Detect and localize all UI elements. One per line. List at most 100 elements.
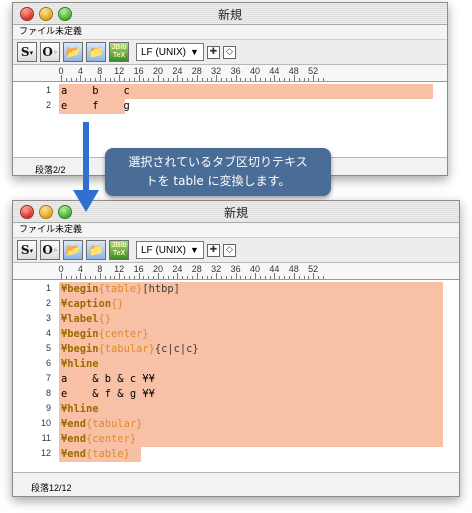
ruler-tick: [133, 276, 135, 279]
ruler-tick: [318, 276, 320, 279]
ruler-tick: [221, 78, 223, 81]
code-line: ¥label{}: [61, 313, 112, 325]
ruler-tick: [225, 78, 227, 81]
ruler-tick: [162, 276, 164, 279]
line-number: 4: [45, 328, 51, 338]
ruler-tick: [308, 276, 310, 279]
line-number: 12: [40, 448, 51, 458]
line-number: 5: [45, 343, 51, 353]
outline-icon[interactable]: O ◦: [40, 42, 60, 62]
ruler-label: 32: [211, 66, 222, 76]
ruler-tick: [225, 276, 227, 279]
linefeed-select[interactable]: LF (UNIX) ▼: [136, 43, 204, 61]
ruler-tick: [75, 78, 77, 81]
ruler-tick: [201, 78, 203, 81]
ruler-tick: [124, 276, 126, 279]
ruler-label: 52: [308, 66, 319, 76]
ruler-tick: [187, 276, 189, 279]
ruler-tick: [153, 78, 155, 81]
save-folder-icon[interactable]: 📁: [86, 42, 106, 62]
ruler-tick: [167, 78, 169, 81]
ruler-tick: [90, 78, 92, 81]
diamond-icon[interactable]: ◇: [222, 243, 236, 257]
ruler-tick: [250, 78, 252, 81]
ruler-label: 4: [77, 66, 83, 76]
ruler-tick: [221, 276, 223, 279]
plus-icon[interactable]: ✚: [206, 45, 220, 59]
ruler-tick: [114, 78, 116, 81]
section-icon[interactable]: S ▾: [17, 240, 37, 260]
ruler-tick: [65, 78, 67, 81]
code-line: ¥end{center}: [61, 433, 137, 445]
open-folder-icon[interactable]: 📂: [63, 42, 83, 62]
line-number: 2: [45, 100, 51, 110]
code-line: ¥begin{center}: [61, 328, 149, 340]
ruler-tick: [269, 276, 271, 279]
ruler-tick: [172, 78, 174, 81]
toolbar: S ▾ O ◦ 📂 📁 JBib TeX LF (UNIX) ▼ ✚ ◇: [13, 40, 447, 65]
outline-icon[interactable]: O ◦: [40, 240, 60, 260]
ruler-tick: [172, 276, 174, 279]
code-line: ¥begin{table}[htbp]: [61, 283, 180, 295]
line-number: 1: [45, 85, 51, 95]
code-line: ¥end{table}: [61, 448, 130, 460]
ruler-tick: [284, 276, 286, 279]
ruler-tick: [128, 276, 130, 279]
ruler-label: 40: [249, 66, 261, 76]
code-line: ¥begin{tabular}{c|c|c}: [61, 343, 199, 355]
file-mode-label[interactable]: ファイル未定義: [13, 25, 447, 40]
line-number: 6: [45, 358, 51, 368]
ruler-label: 20: [152, 66, 164, 76]
linefeed-select[interactable]: LF (UNIX) ▼: [136, 241, 204, 259]
ruler-label: 24: [172, 66, 183, 76]
save-folder-icon[interactable]: 📁: [86, 240, 106, 260]
ruler: 0 4 8 12 16 20 24 28 32 36 40 44 48 52: [13, 65, 447, 82]
ruler-tick: [109, 78, 111, 81]
ruler-tick: [70, 276, 72, 279]
text-editor[interactable]: 1 2 3 4 5 6 7 8 9 10 11 12 ¥begin{table}…: [13, 280, 459, 473]
jbibtex-icon[interactable]: JBib TeX: [109, 42, 129, 62]
ruler-tick: [303, 276, 305, 279]
code-line: ¥hline: [61, 403, 99, 415]
callout-tooltip: 選択されているタブ区切りテキス トを table に変換します。: [105, 148, 331, 196]
ruler-label: 32: [211, 264, 222, 274]
linefeed-select-value: LF (UNIX): [141, 244, 186, 256]
chevron-down-icon: ▼: [190, 245, 199, 255]
ruler-tick: [162, 78, 164, 81]
ruler-tick: [288, 276, 290, 279]
section-icon[interactable]: S ▾: [17, 42, 37, 62]
paragraph-status: 段落12/12: [31, 483, 72, 493]
ruler-label: 0: [58, 66, 64, 76]
ruler-tick: [206, 78, 208, 81]
ruler-tick: [128, 78, 130, 81]
ruler-tick: [245, 78, 247, 81]
ruler-tick: [148, 276, 150, 279]
code-line: a b c: [61, 85, 130, 97]
plus-icon[interactable]: ✚: [206, 243, 220, 257]
window-title: 新規: [217, 8, 242, 22]
line-number: 8: [45, 388, 51, 398]
ruler-label: 44: [269, 264, 280, 274]
ruler-tick: [104, 78, 106, 81]
ruler-tick: [211, 276, 213, 279]
diamond-icon[interactable]: ◇: [222, 45, 236, 59]
ruler-tick: [303, 78, 305, 81]
ruler-tick: [211, 78, 213, 81]
ruler-tick: [288, 78, 290, 81]
ruler-label: 16: [133, 264, 144, 274]
file-mode-label[interactable]: ファイル未定義: [13, 223, 459, 238]
ruler-tick: [264, 78, 266, 81]
ruler-tick: [182, 78, 184, 81]
bottom-editor-window: 新規 ファイル未定義 S ▾ O ◦ 📂 📁 JBib TeX LF (UNIX) …: [12, 200, 460, 497]
code-line: ¥end{tabular}: [61, 418, 143, 430]
code-line: a & b & c ¥¥: [61, 373, 155, 385]
open-folder-icon[interactable]: 📂: [63, 240, 83, 260]
ruler-tick: [94, 276, 96, 279]
jbibtex-icon[interactable]: JBib TeX: [109, 240, 129, 260]
ruler-tick: [75, 276, 77, 279]
ruler-tick: [143, 78, 145, 81]
ruler-tick: [269, 78, 271, 81]
title-bar[interactable]: 新規: [13, 3, 447, 25]
ruler-tick: [114, 276, 116, 279]
ruler-label: 0: [58, 264, 64, 274]
